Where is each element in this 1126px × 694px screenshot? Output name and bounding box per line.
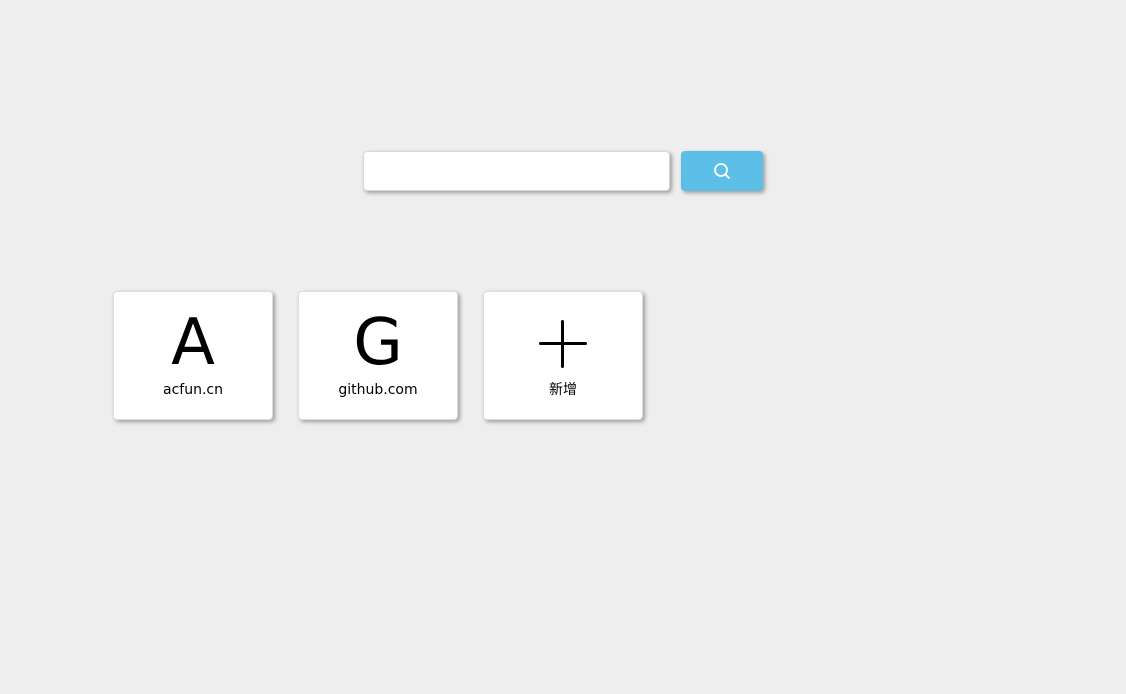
page: A acfun.cn G github.com 新增 [0, 0, 1126, 694]
plus-icon [539, 320, 587, 368]
add-site-button[interactable]: 新增 [483, 291, 643, 420]
search-button[interactable] [681, 151, 763, 191]
search-input[interactable] [363, 151, 670, 191]
site-logo: A [171, 306, 215, 380]
site-label: acfun.cn [163, 382, 223, 398]
site-list: A acfun.cn G github.com 新增 [113, 291, 653, 421]
add-site-label: 新增 [549, 382, 577, 398]
search-icon [713, 162, 731, 180]
site-logo: G [353, 306, 403, 380]
search-form [363, 151, 764, 191]
site-card-github[interactable]: G github.com [298, 291, 458, 420]
site-card-acfun[interactable]: A acfun.cn [113, 291, 273, 420]
site-label: github.com [338, 382, 418, 398]
